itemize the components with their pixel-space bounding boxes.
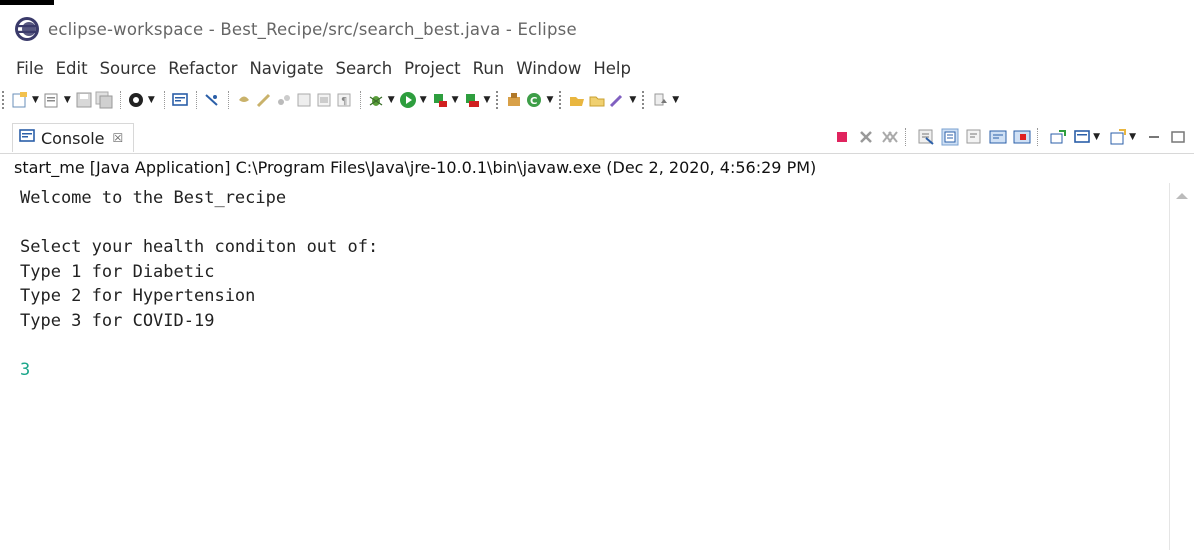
next-annotation-icon[interactable]: [651, 89, 669, 111]
console-output[interactable]: Welcome to the Best_recipe Select your h…: [20, 186, 1170, 550]
launch-info: start_me [Java Application] C:\Program F…: [14, 158, 817, 177]
new-package-icon[interactable]: [505, 89, 523, 111]
debug-icon[interactable]: [367, 89, 385, 111]
scroll-up-icon[interactable]: [1176, 193, 1188, 199]
toolbar-separator: [359, 91, 362, 109]
new-class-icon[interactable]: C: [525, 89, 543, 111]
svg-text:C: C: [530, 96, 537, 107]
console-line: Type 1 for Diabetic: [20, 261, 215, 282]
new-file-icon[interactable]: [11, 89, 29, 111]
toolbar-separator: [227, 91, 230, 109]
toolbar-grip: [2, 91, 7, 109]
toolbar-grip: [559, 91, 564, 109]
menu-edit[interactable]: Edit: [56, 59, 88, 78]
remove-all-icon[interactable]: [880, 127, 900, 147]
display-console-dropdown-icon[interactable]: ▼: [1093, 132, 1100, 142]
coverage-dropdown-icon[interactable]: ▼: [452, 95, 459, 105]
console-line: Type 3 for COVID-19: [20, 310, 215, 331]
menu-refactor[interactable]: Refactor: [168, 59, 237, 78]
menu-run[interactable]: Run: [473, 59, 505, 78]
menu-help[interactable]: Help: [593, 59, 631, 78]
show-on-stdout-icon[interactable]: [988, 127, 1008, 147]
external-tools-dropdown-icon[interactable]: ▼: [484, 95, 491, 105]
toolbar-separator: [1037, 128, 1039, 146]
console-tab[interactable]: Console ☒: [12, 123, 135, 152]
search-dropdown-icon[interactable]: ▼: [629, 95, 636, 105]
word-wrap-icon[interactable]: [964, 127, 984, 147]
toolbar-separator: [905, 128, 907, 146]
save-all-icon[interactable]: [95, 89, 113, 111]
display-console-icon[interactable]: [1072, 127, 1092, 147]
remove-launch-icon[interactable]: [856, 127, 876, 147]
mark-icon[interactable]: [275, 89, 293, 111]
console-line: Type 2 for Hypertension: [20, 286, 256, 306]
open-console-icon[interactable]: [1108, 127, 1128, 147]
toolbar-grip: [496, 91, 501, 109]
window-title: eclipse-workspace - Best_Recipe/src/sear…: [48, 19, 577, 39]
new-dropdown-icon[interactable]: ▼: [32, 95, 39, 105]
document-icon[interactable]: [295, 89, 313, 111]
toolbar-separator: [195, 91, 198, 109]
console-tab-label: Console: [41, 128, 105, 148]
pencil-icon[interactable]: [255, 89, 273, 111]
toggle-icon[interactable]: [203, 89, 221, 111]
block-icon[interactable]: [315, 89, 333, 111]
menu-source[interactable]: Source: [100, 59, 157, 78]
console-user-input: 3: [20, 359, 31, 380]
menu-window[interactable]: Window: [516, 59, 581, 78]
console-icon: [19, 128, 35, 148]
target-icon[interactable]: [127, 89, 145, 111]
debug-dropdown-icon[interactable]: ▼: [388, 95, 395, 105]
console-view-bar: Console ☒ ▼ ▼: [0, 119, 1194, 154]
svg-text:¶: ¶: [341, 96, 347, 107]
terminate-icon[interactable]: [832, 127, 852, 147]
eclipse-icon: [14, 16, 40, 42]
pin-icon[interactable]: [1048, 127, 1068, 147]
maximize-icon[interactable]: [1168, 127, 1188, 147]
console-line: Welcome to the Best_recipe: [20, 188, 287, 208]
new-project-icon[interactable]: [43, 89, 61, 111]
minimize-icon[interactable]: [1144, 127, 1164, 147]
new-class-dropdown-icon[interactable]: ▼: [546, 95, 553, 105]
external-tools-icon[interactable]: [463, 89, 481, 111]
run-icon[interactable]: [399, 89, 417, 111]
clear-console-icon[interactable]: [916, 127, 936, 147]
menu-project[interactable]: Project: [404, 59, 460, 78]
scroll-lock-icon[interactable]: [940, 127, 960, 147]
target-dropdown-icon[interactable]: ▼: [148, 95, 155, 105]
annotation-icon[interactable]: [235, 89, 253, 111]
toolbar-separator: [163, 91, 166, 109]
project-dropdown-icon[interactable]: ▼: [64, 95, 71, 105]
run-dropdown-icon[interactable]: ▼: [420, 95, 427, 105]
open-type-icon[interactable]: [568, 89, 586, 111]
vertical-scrollbar[interactable]: [1169, 183, 1194, 550]
save-icon[interactable]: [75, 89, 93, 111]
title-bar: eclipse-workspace - Best_Recipe/src/sear…: [0, 5, 1194, 53]
close-icon[interactable]: ☒: [113, 131, 124, 145]
menu-navigate[interactable]: Navigate: [249, 59, 323, 78]
toolbar-separator: [119, 91, 122, 109]
next-annotation-dropdown-icon[interactable]: ▼: [672, 95, 679, 105]
open-folder-icon[interactable]: [588, 89, 606, 111]
toolbar-grip: [642, 91, 647, 109]
search-pen-icon[interactable]: [608, 89, 626, 111]
main-toolbar: ▼ ▼ ▼ ¶ ▼ ▼ ▼ ▼ C ▼ ▼ ▼: [0, 84, 1194, 116]
console-line: Select your health conditon out of:: [20, 237, 379, 257]
open-console-dropdown-icon[interactable]: ▼: [1129, 132, 1136, 142]
coverage-icon[interactable]: [431, 89, 449, 111]
menu-search[interactable]: Search: [335, 59, 392, 78]
show-on-stderr-icon[interactable]: [1012, 127, 1032, 147]
menu-bar: File Edit Source Refactor Navigate Searc…: [0, 53, 1194, 83]
console-toolbar: ▼ ▼: [828, 127, 1188, 147]
paragraph-icon[interactable]: ¶: [335, 89, 353, 111]
console-icon[interactable]: [171, 89, 189, 111]
menu-file[interactable]: File: [16, 59, 44, 78]
